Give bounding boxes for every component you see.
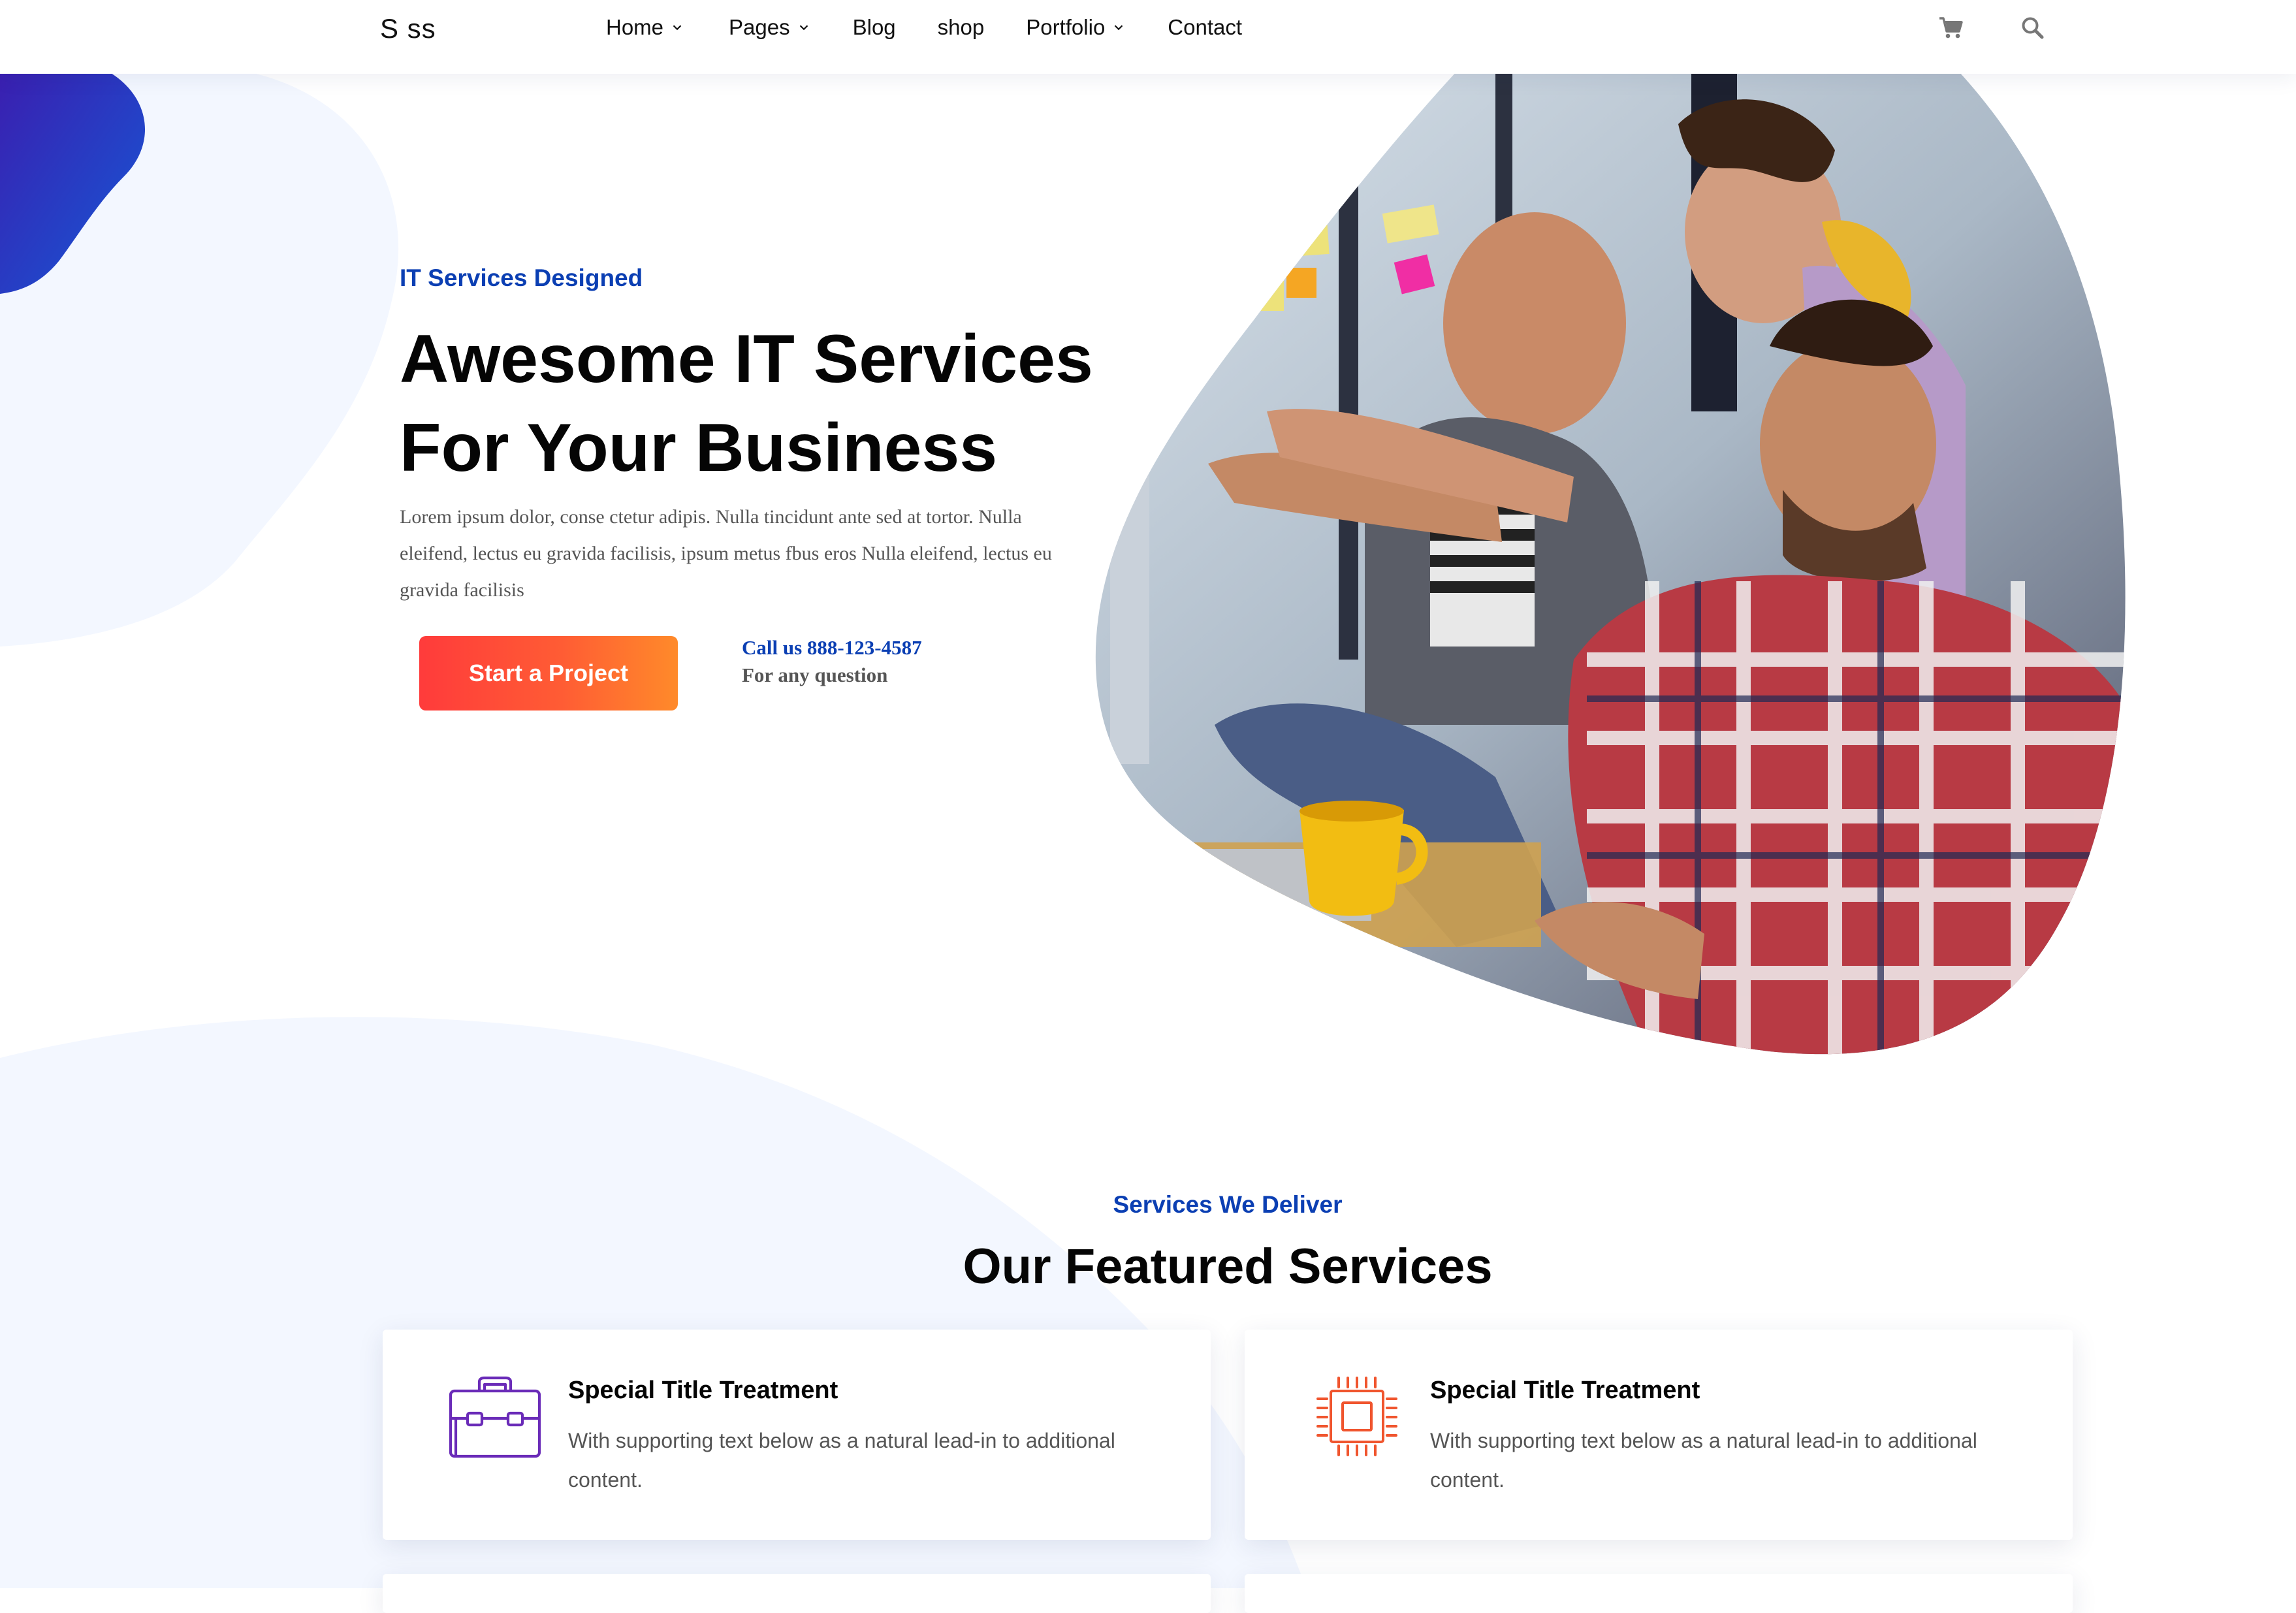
nav-item-home[interactable]: Home <box>606 15 684 40</box>
service-card[interactable]: Special Title Treatment With supporting … <box>383 1330 1211 1540</box>
hero-title-line-2: For Your Business <box>400 410 998 486</box>
service-card-partial <box>383 1574 1211 1613</box>
call-subtext: For any question <box>742 663 888 686</box>
service-card[interactable]: Special Title Treatment With supporting … <box>1245 1330 2073 1540</box>
cart-icon[interactable] <box>1938 16 1963 39</box>
chevron-down-icon <box>799 25 808 31</box>
nav-label: Contact <box>1168 15 1243 39</box>
chevron-down-icon <box>673 25 682 31</box>
site-logo[interactable]: S ss <box>380 13 436 44</box>
nav-label: Pages <box>729 15 790 39</box>
nav-label: Portfolio <box>1026 15 1106 39</box>
chevron-down-icon <box>1115 25 1123 31</box>
site-header: S ss Home Pages Blog shop Portfolio Cont… <box>0 0 2296 74</box>
nav-label: shop <box>937 15 985 39</box>
nav-item-shop[interactable]: shop <box>938 15 985 40</box>
services-eyebrow: Services We Deliver <box>1113 1191 1343 1218</box>
chip-icon <box>1316 1377 1397 1456</box>
hero-title-line-1: Awesome IT Services <box>400 321 1093 397</box>
services-title: Our Featured Services <box>963 1239 1493 1294</box>
nav-label: Blog <box>852 15 896 39</box>
start-project-button[interactable]: Start a Project <box>419 636 678 711</box>
search-icon[interactable] <box>2020 16 2044 39</box>
hero-eyebrow: IT Services Designed <box>400 264 643 291</box>
service-card-text: With supporting text below as a natural … <box>1430 1429 1977 1492</box>
service-card-partial <box>1245 1574 2073 1613</box>
service-card-title: Special Title Treatment <box>1430 1377 1700 1404</box>
nav-item-contact[interactable]: Contact <box>1168 15 1242 40</box>
call-us-link[interactable]: Call us 888-123-4587 <box>742 636 922 660</box>
nav-item-pages[interactable]: Pages <box>729 15 811 40</box>
service-card-text: With supporting text below as a natural … <box>568 1429 1115 1492</box>
main-nav: Home Pages Blog shop Portfolio Contact <box>606 14 1284 40</box>
nav-label: Home <box>606 15 664 39</box>
hero-team-photo <box>1095 72 2126 1055</box>
briefcase-icon <box>449 1376 541 1458</box>
service-card-title: Special Title Treatment <box>568 1377 838 1404</box>
hero-description: Lorem ipsum dolor, conse ctetur adipis. … <box>400 506 1052 601</box>
nav-item-portfolio[interactable]: Portfolio <box>1026 15 1126 40</box>
nav-item-blog[interactable]: Blog <box>853 15 896 40</box>
